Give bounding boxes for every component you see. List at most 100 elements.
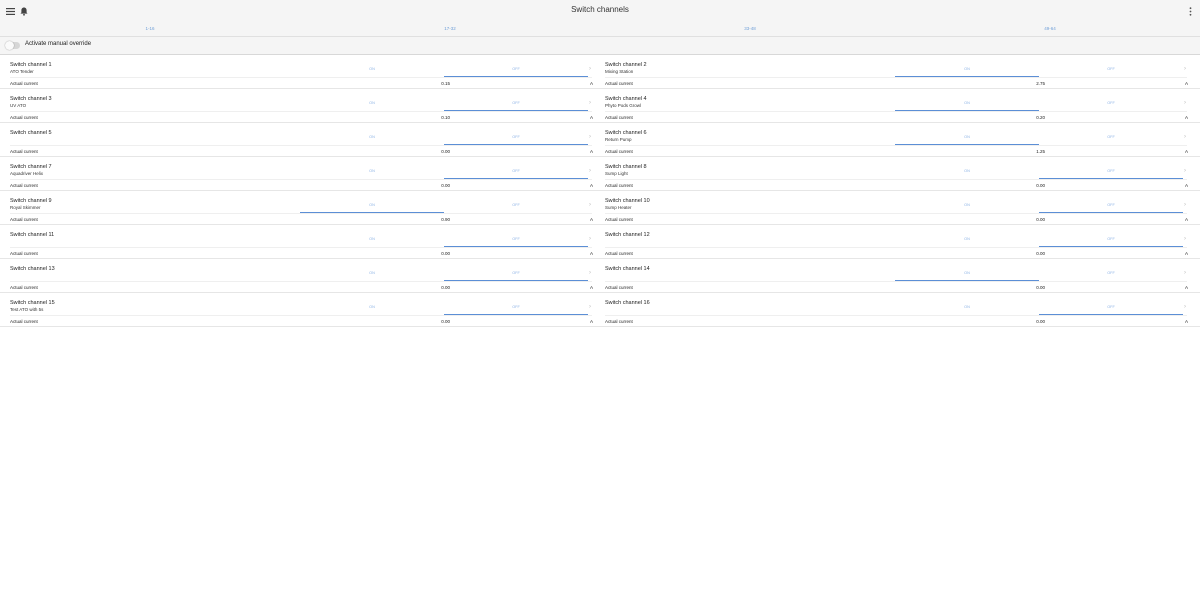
- on-option[interactable]: ON: [895, 201, 1039, 213]
- chevron-right-icon[interactable]: ›: [1184, 270, 1186, 276]
- on-option[interactable]: ON: [895, 65, 1039, 77]
- on-option[interactable]: ON: [895, 99, 1039, 111]
- off-option[interactable]: OFF: [1039, 133, 1183, 145]
- actual-current-value: 0.00: [1036, 319, 1045, 324]
- divider: [10, 111, 592, 112]
- channel-grid: Switch channel 1 ATO Tender ON OFF › Actual c…: [0, 55, 1200, 327]
- actual-current-value: 0.00: [441, 251, 450, 256]
- chevron-right-icon[interactable]: ›: [1184, 134, 1186, 140]
- on-option[interactable]: ON: [895, 167, 1039, 179]
- on-option[interactable]: ON: [895, 235, 1039, 247]
- channel-description: Test ATO with 5s: [10, 307, 44, 312]
- chevron-right-icon[interactable]: ›: [589, 304, 591, 310]
- on-off-selector: ON OFF: [300, 269, 588, 281]
- on-option[interactable]: ON: [895, 269, 1039, 281]
- divider: [10, 145, 592, 146]
- on-option[interactable]: ON: [300, 201, 444, 213]
- off-option[interactable]: OFF: [444, 303, 588, 315]
- switch-channel-8: Switch channel 8 Sump Light ON OFF › Actual c…: [600, 157, 1195, 190]
- manual-override-toggle[interactable]: [5, 41, 20, 50]
- off-option[interactable]: OFF: [1039, 303, 1183, 315]
- tab-17-32[interactable]: 17-32: [300, 23, 600, 37]
- on-option[interactable]: ON: [300, 99, 444, 111]
- channel-name: Switch channel 15: [10, 300, 55, 306]
- channel-name: Switch channel 6: [605, 130, 647, 136]
- chevron-right-icon[interactable]: ›: [589, 100, 591, 106]
- off-option[interactable]: OFF: [1039, 65, 1183, 77]
- on-off-selector: ON OFF: [895, 167, 1183, 179]
- off-option[interactable]: OFF: [444, 133, 588, 145]
- switch-channel-4: Switch channel 4 Phyto Pods Growl ON OFF › Ac…: [600, 89, 1195, 122]
- current-unit: A: [590, 251, 594, 256]
- on-option[interactable]: ON: [300, 269, 444, 281]
- tab-49-64[interactable]: 49-64: [900, 23, 1200, 37]
- chevron-right-icon[interactable]: ›: [1184, 100, 1186, 106]
- divider: [10, 179, 592, 180]
- switch-channel-10: Switch channel 10 Sump Heater ON OFF › Actual…: [600, 191, 1195, 224]
- off-option[interactable]: OFF: [1039, 201, 1183, 213]
- on-option[interactable]: ON: [895, 303, 1039, 315]
- toggle-knob: [5, 41, 14, 50]
- current-unit: A: [1185, 285, 1189, 290]
- chevron-right-icon[interactable]: ›: [1184, 304, 1186, 310]
- chevron-right-icon[interactable]: ›: [1184, 202, 1186, 208]
- off-option[interactable]: OFF: [444, 235, 588, 247]
- off-option[interactable]: OFF: [1039, 235, 1183, 247]
- on-off-selector: ON OFF: [300, 303, 588, 315]
- channel-name: Switch channel 11: [10, 232, 55, 238]
- chevron-right-icon[interactable]: ›: [1184, 168, 1186, 174]
- on-off-selector: ON OFF: [300, 167, 588, 179]
- channel-name: Switch channel 7: [10, 164, 52, 170]
- on-option[interactable]: ON: [895, 133, 1039, 145]
- tab-1-16[interactable]: 1-16: [0, 23, 300, 38]
- actual-current-value: 0.00: [1036, 217, 1045, 222]
- divider: [605, 77, 1187, 78]
- chevron-right-icon[interactable]: ›: [589, 202, 591, 208]
- on-off-selector: ON OFF: [300, 201, 588, 213]
- channel-name: Switch channel 13: [10, 266, 55, 272]
- channel-name: Switch channel 14: [605, 266, 650, 272]
- chevron-right-icon[interactable]: ›: [589, 168, 591, 174]
- off-option[interactable]: OFF: [444, 65, 588, 77]
- actual-current-value: 1.25: [1036, 149, 1045, 154]
- actual-current-value: 0.20: [1036, 115, 1045, 120]
- chevron-right-icon[interactable]: ›: [589, 66, 591, 72]
- off-option[interactable]: OFF: [444, 167, 588, 179]
- divider: [605, 247, 1187, 248]
- on-option[interactable]: ON: [300, 167, 444, 179]
- off-option[interactable]: OFF: [1039, 167, 1183, 179]
- on-option[interactable]: ON: [300, 65, 444, 77]
- switch-channel-16: Switch channel 16 ON OFF › Actual current 0.0…: [600, 293, 1195, 326]
- tab-33-48[interactable]: 33-48: [600, 23, 900, 37]
- switch-channel-12: Switch channel 12 ON OFF › Actual current 0.0…: [600, 225, 1195, 258]
- page-title: Switch channels: [571, 5, 629, 14]
- actual-current-label: Actual current: [605, 251, 633, 256]
- off-option[interactable]: OFF: [444, 269, 588, 281]
- on-off-selector: ON OFF: [300, 65, 588, 77]
- actual-current-value: 0.00: [1036, 183, 1045, 188]
- channel-description: Royal Skimmer: [10, 205, 41, 210]
- off-option[interactable]: OFF: [444, 99, 588, 111]
- chevron-right-icon[interactable]: ›: [1184, 66, 1186, 72]
- on-option[interactable]: ON: [300, 235, 444, 247]
- channel-description: ATO Tender: [10, 69, 34, 74]
- divider: [605, 315, 1187, 316]
- divider: [605, 179, 1187, 180]
- switch-channel-1: Switch channel 1 ATO Tender ON OFF › Actual c…: [5, 55, 600, 88]
- off-option[interactable]: OFF: [1039, 99, 1183, 111]
- on-option[interactable]: ON: [300, 133, 444, 145]
- chevron-right-icon[interactable]: ›: [589, 270, 591, 276]
- more-vert-icon[interactable]: [1186, 6, 1194, 16]
- switch-channel-6: Switch channel 6 Return Pump ON OFF › Actual …: [600, 123, 1195, 156]
- actual-current-value: 0.00: [441, 319, 450, 324]
- actual-current-value: 0.00: [441, 285, 450, 290]
- on-off-selector: ON OFF: [895, 201, 1183, 213]
- chevron-right-icon[interactable]: ›: [589, 134, 591, 140]
- actual-current-value: 0.90: [441, 217, 450, 222]
- actual-current-label: Actual current: [10, 149, 38, 154]
- chevron-right-icon[interactable]: ›: [589, 236, 591, 242]
- chevron-right-icon[interactable]: ›: [1184, 236, 1186, 242]
- on-option[interactable]: ON: [300, 303, 444, 315]
- off-option[interactable]: OFF: [444, 201, 588, 213]
- off-option[interactable]: OFF: [1039, 269, 1183, 281]
